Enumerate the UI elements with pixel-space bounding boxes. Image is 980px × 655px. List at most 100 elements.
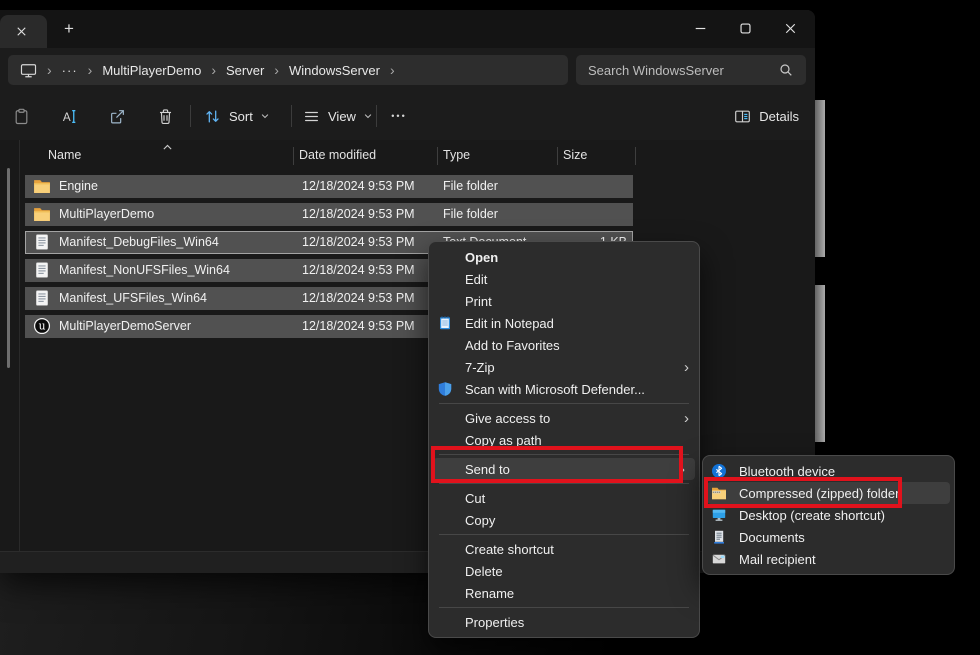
text-doc-icon	[33, 261, 51, 279]
menu-item-properties[interactable]: Properties ›	[429, 611, 699, 633]
column-divider[interactable]	[557, 147, 558, 165]
sort-ascending-icon	[161, 141, 174, 150]
file-type: File folder	[443, 179, 498, 193]
toolbar-divider	[291, 105, 292, 127]
file-name: Manifest_DebugFiles_Win64	[59, 235, 219, 249]
column-header-name[interactable]: Name	[48, 148, 81, 162]
delete-button[interactable]	[150, 100, 180, 132]
search-placeholder: Search WindowsServer	[588, 63, 724, 78]
command-bar: A Sort View •••	[0, 92, 815, 140]
text-doc-icon	[33, 289, 51, 307]
share-icon	[109, 108, 126, 125]
background-window-edge	[814, 100, 825, 257]
svg-text:A: A	[62, 110, 70, 123]
chevron-down-icon	[259, 110, 271, 122]
menu-item-give-access-to[interactable]: Give access to ›	[429, 407, 699, 429]
menu-item-cut[interactable]: Cut ›	[429, 487, 699, 509]
file-date-modified: 12/18/2024 9:53 PM	[302, 235, 415, 249]
file-date-modified: 12/18/2024 9:53 PM	[302, 179, 415, 193]
new-tab-button[interactable]: +	[56, 17, 82, 41]
details-label: Details	[759, 109, 799, 124]
menu-item-edit-in-notepad[interactable]: Edit in Notepad ›	[429, 312, 699, 334]
maximize-button[interactable]	[723, 10, 768, 47]
file-name: Manifest_NonUFSFiles_Win64	[59, 263, 230, 277]
menu-item-add-to-favorites[interactable]: Add to Favorites ›	[429, 334, 699, 356]
menu-item-rename[interactable]: Rename ›	[429, 582, 699, 604]
details-pane-button[interactable]: Details	[734, 100, 799, 132]
breadcrumb-item-server[interactable]: Server ›	[226, 63, 279, 78]
minimize-button[interactable]	[678, 10, 723, 47]
menu-item-mail-recipient[interactable]: Mail recipient ›	[703, 548, 954, 570]
documents-icon	[711, 529, 733, 545]
breadcrumb-chevron-icon: ›	[211, 63, 216, 77]
menu-item-delete[interactable]: Delete ›	[429, 560, 699, 582]
context-menu: Open › Edit › Print › Edit in Notepad › …	[428, 241, 700, 638]
column-divider[interactable]	[293, 147, 294, 165]
file-date-modified: 12/18/2024 9:53 PM	[302, 291, 415, 305]
menu-separator	[439, 534, 689, 535]
file-type: File folder	[443, 207, 498, 221]
search-icon[interactable]	[778, 62, 794, 78]
desktop-icon	[711, 507, 733, 523]
send-to-submenu: Bluetooth device › Compressed (zipped) f…	[702, 455, 955, 575]
toolbar-divider	[190, 105, 191, 127]
menu-item-create-shortcut[interactable]: Create shortcut ›	[429, 538, 699, 560]
breadcrumb[interactable]: › ··· › MultiPlayerDemo › Server › Windo…	[8, 55, 568, 85]
file-name: Engine	[59, 179, 98, 193]
file-row-multiplayerdemo[interactable]: MultiPlayerDemo 12/18/2024 9:53 PM File …	[25, 203, 633, 226]
menu-item-open[interactable]: Open ›	[429, 246, 699, 268]
view-label: View	[328, 109, 356, 124]
menu-item-copy[interactable]: Copy ›	[429, 509, 699, 531]
folder-icon	[33, 205, 51, 223]
address-bar-row: › ··· › MultiPlayerDemo › Server › Windo…	[0, 48, 815, 92]
toolbar-divider	[376, 105, 377, 127]
tab-close-icon[interactable]	[14, 24, 29, 39]
trash-icon	[157, 108, 174, 125]
share-button[interactable]	[102, 100, 132, 132]
scrollbar[interactable]	[7, 168, 10, 368]
breadcrumb-item-multiplayerdemo[interactable]: MultiPlayerDemo ›	[102, 63, 216, 78]
annotation-box-compressed-folder	[704, 477, 902, 508]
breadcrumb-chevron-icon: ›	[47, 63, 52, 77]
column-divider[interactable]	[635, 147, 636, 165]
icon-slot-empty	[437, 512, 459, 528]
menu-item-edit[interactable]: Edit ›	[429, 268, 699, 290]
clipboard-icon	[13, 108, 30, 125]
menu-item-print[interactable]: Print ›	[429, 290, 699, 312]
file-date-modified: 12/18/2024 9:53 PM	[302, 319, 415, 333]
file-date-modified: 12/18/2024 9:53 PM	[302, 263, 415, 277]
this-pc-icon[interactable]	[20, 62, 37, 79]
column-header-date-modified[interactable]: Date modified	[299, 148, 376, 162]
menu-item-scan-with-microsoft-defender[interactable]: Scan with Microsoft Defender... ›	[429, 378, 699, 400]
chevron-down-icon	[362, 110, 374, 122]
annotation-box-send-to	[431, 446, 683, 483]
paste-button[interactable]	[6, 100, 36, 132]
rename-button[interactable]: A	[54, 100, 84, 132]
menu-item-documents[interactable]: Documents ›	[703, 526, 954, 548]
view-button[interactable]: View	[299, 100, 378, 132]
submenu-arrow-icon: ›	[684, 360, 689, 375]
icon-slot-empty	[437, 410, 459, 426]
menu-separator	[439, 403, 689, 404]
icon-slot-empty	[437, 563, 459, 579]
icon-slot-empty	[437, 271, 459, 287]
explorer-tab[interactable]	[0, 15, 47, 48]
icon-slot-empty	[437, 585, 459, 601]
ellipsis-icon: •••	[391, 111, 406, 121]
menu-item-7-zip[interactable]: 7-Zip ›	[429, 356, 699, 378]
sort-button[interactable]: Sort	[200, 100, 275, 132]
close-button[interactable]	[768, 10, 813, 47]
column-divider[interactable]	[437, 147, 438, 165]
search-box[interactable]: Search WindowsServer	[576, 55, 806, 85]
see-more-button[interactable]: •••	[384, 100, 414, 132]
mail-icon	[711, 551, 733, 567]
column-header-type[interactable]: Type	[443, 148, 470, 162]
column-header-size[interactable]: Size	[563, 148, 587, 162]
file-row-engine[interactable]: Engine 12/18/2024 9:53 PM File folder	[25, 175, 633, 198]
breadcrumb-item-windowsserver[interactable]: WindowsServer ›	[289, 63, 395, 78]
icon-slot-empty	[437, 337, 459, 353]
sort-label: Sort	[229, 109, 253, 124]
background-window-edge	[814, 285, 825, 442]
breadcrumb-overflow-button[interactable]: ···	[62, 63, 78, 78]
menu-separator	[439, 607, 689, 608]
